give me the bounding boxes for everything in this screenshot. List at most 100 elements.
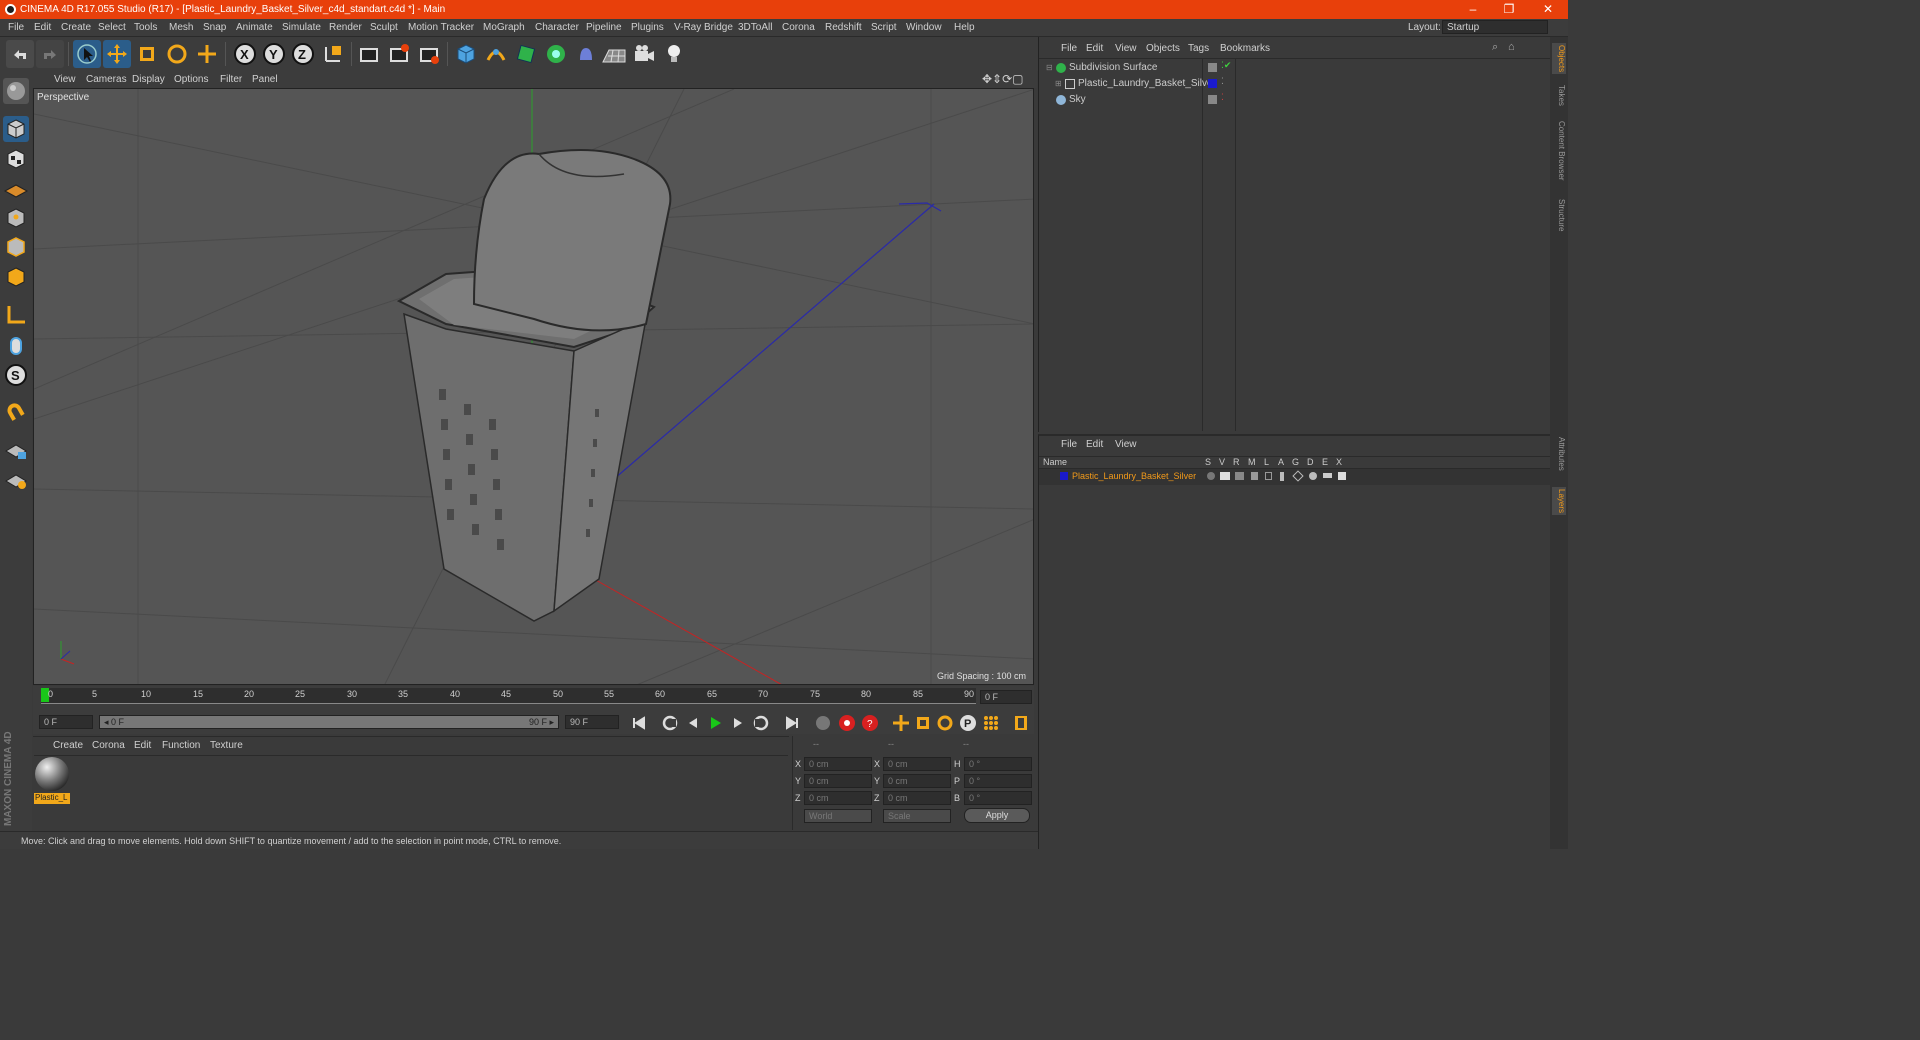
keyframe-icon[interactable] (813, 713, 833, 733)
menu-edit[interactable]: Edit (34, 22, 51, 33)
layer-color-swatch[interactable] (1060, 472, 1068, 480)
polygons-mode-icon[interactable] (3, 264, 29, 290)
close-button[interactable]: ✕ (1533, 2, 1563, 16)
size-x-field[interactable]: 0 cm (883, 757, 951, 771)
home-icon[interactable]: ⌂ (1508, 41, 1515, 53)
menu-window[interactable]: Window (906, 22, 942, 33)
move-tool-button[interactable] (103, 40, 131, 68)
magnet-icon[interactable] (3, 400, 29, 426)
tab-structure[interactable]: Structure (1552, 199, 1566, 231)
record-icon[interactable] (837, 713, 857, 733)
size-z-field[interactable]: 0 cm (883, 791, 951, 805)
layer-menu-view[interactable]: View (1115, 439, 1137, 450)
viewport-menu-cameras[interactable]: Cameras (86, 74, 127, 85)
tab-takes[interactable]: Takes (1552, 85, 1566, 106)
menu-character[interactable]: Character (535, 22, 579, 33)
minimize-button[interactable]: – (1458, 2, 1488, 16)
menu-plugins[interactable]: Plugins (631, 22, 664, 33)
menu-file[interactable]: File (8, 22, 24, 33)
menu-simulate[interactable]: Simulate (282, 22, 321, 33)
go-to-start-icon[interactable] (629, 713, 649, 733)
spline-pen-icon[interactable] (482, 40, 510, 68)
xref-toggle-icon[interactable] (1338, 472, 1346, 480)
axis-mode-icon[interactable] (3, 302, 29, 328)
tweak-mode-icon[interactable] (3, 332, 29, 358)
grid-snap-icon[interactable] (3, 467, 29, 493)
menu-create[interactable]: Create (61, 22, 91, 33)
menu-redshift[interactable]: Redshift (825, 22, 862, 33)
next-frame-icon[interactable] (728, 713, 748, 733)
search-icon[interactable]: ⌕ (1492, 41, 1498, 54)
layer-row[interactable]: Plastic_Laundry_Basket_Silver (1039, 469, 1551, 485)
animation-toggle-icon[interactable] (1280, 472, 1284, 481)
manager-toggle-icon[interactable] (1251, 472, 1258, 480)
maximize-button[interactable]: ❐ (1494, 2, 1524, 16)
object-row-sky[interactable]: Sky ⁚ (1041, 92, 1549, 108)
z-axis-lock-button[interactable]: Z (289, 40, 317, 68)
rotation-p-field[interactable]: 0 ° (964, 774, 1032, 788)
scale-tool-button[interactable] (133, 40, 161, 68)
key-parameter-icon[interactable]: P (958, 713, 978, 733)
viewport-menu-panel[interactable]: Panel (252, 74, 278, 85)
tab-attributes[interactable]: Attributes (1552, 437, 1566, 471)
viewport-menu-display[interactable]: Display (132, 74, 165, 85)
floor-environment-icon[interactable] (600, 40, 628, 68)
light-icon[interactable] (660, 40, 688, 68)
coordinate-system-button[interactable] (319, 40, 347, 68)
workplane-mode-icon[interactable] (3, 175, 29, 201)
material-menu-texture[interactable]: Texture (210, 740, 243, 751)
undo-button[interactable] (6, 40, 34, 68)
render-view-button[interactable] (355, 40, 383, 68)
object-row-plastic-laundry-basket[interactable]: ⊞ Plastic_Laundry_Basket_Silver ⁚ (1041, 76, 1549, 92)
nurbs-icon[interactable] (512, 40, 540, 68)
object-menu-edit[interactable]: Edit (1086, 43, 1103, 54)
camera-icon[interactable] (630, 40, 658, 68)
menu-motion-tracker[interactable]: Motion Tracker (408, 22, 474, 33)
deformer-toggle-icon[interactable] (1309, 472, 1317, 480)
go-to-end-icon[interactable] (782, 713, 802, 733)
position-y-field[interactable]: 0 cm (804, 774, 872, 788)
key-position-icon[interactable] (891, 713, 911, 733)
material-menu-function[interactable]: Function (162, 740, 200, 751)
rotation-b-field[interactable]: 0 ° (964, 791, 1032, 805)
menu-script[interactable]: Script (871, 22, 897, 33)
menu-3dtoall[interactable]: 3DToAll (738, 22, 772, 33)
expression-toggle-icon[interactable] (1323, 473, 1332, 478)
select-tool-button[interactable] (73, 40, 101, 68)
previous-frame-icon[interactable] (683, 713, 703, 733)
layer-tag-icon[interactable] (1208, 95, 1217, 104)
visibility-dots-icon[interactable]: ⁚✔ (1221, 60, 1231, 71)
sculpt-mode-icon[interactable] (3, 78, 29, 104)
layer-menu-file[interactable]: File (1061, 439, 1077, 450)
deformer-icon[interactable] (572, 40, 600, 68)
object-row-subdivision-surface[interactable]: ⊟ Subdivision Surface ⁚✔ (1041, 60, 1549, 76)
expand-icon[interactable]: ⊞ (1055, 79, 1062, 88)
next-key-icon[interactable] (751, 713, 771, 733)
layer-tag-icon[interactable] (1208, 63, 1217, 72)
tab-content-browser[interactable]: Content Browser (1552, 121, 1566, 181)
render-picture-viewer-button[interactable] (385, 40, 413, 68)
object-menu-objects[interactable]: Objects (1146, 43, 1180, 54)
points-mode-icon[interactable] (3, 205, 29, 231)
menu-render[interactable]: Render (329, 22, 362, 33)
solo-toggle-icon[interactable] (1207, 472, 1215, 480)
menu-vray-bridge[interactable]: V-Ray Bridge (674, 22, 733, 33)
autokey-icon[interactable]: ? (860, 713, 880, 733)
end-frame-field[interactable]: 90 F (565, 715, 619, 729)
layout-select[interactable]: Startup (1442, 20, 1548, 34)
coordinate-mode-select[interactable]: World (804, 809, 872, 823)
material-menu-create[interactable]: Create (53, 740, 83, 751)
material-menu-corona[interactable]: Corona (92, 740, 125, 751)
viewport-menu-options[interactable]: Options (174, 74, 208, 85)
menu-pipeline[interactable]: Pipeline (586, 22, 622, 33)
menu-help[interactable]: Help (954, 22, 975, 33)
play-icon[interactable] (705, 713, 725, 733)
menu-animate[interactable]: Animate (236, 22, 273, 33)
object-menu-file[interactable]: File (1061, 43, 1077, 54)
menu-sculpt[interactable]: Sculpt (370, 22, 398, 33)
y-axis-lock-button[interactable]: Y (260, 40, 288, 68)
expand-icon[interactable]: ⊟ (1046, 63, 1053, 72)
menu-mograph[interactable]: MoGraph (483, 22, 525, 33)
layer-menu-edit[interactable]: Edit (1086, 439, 1103, 450)
object-menu-view[interactable]: View (1115, 43, 1137, 54)
